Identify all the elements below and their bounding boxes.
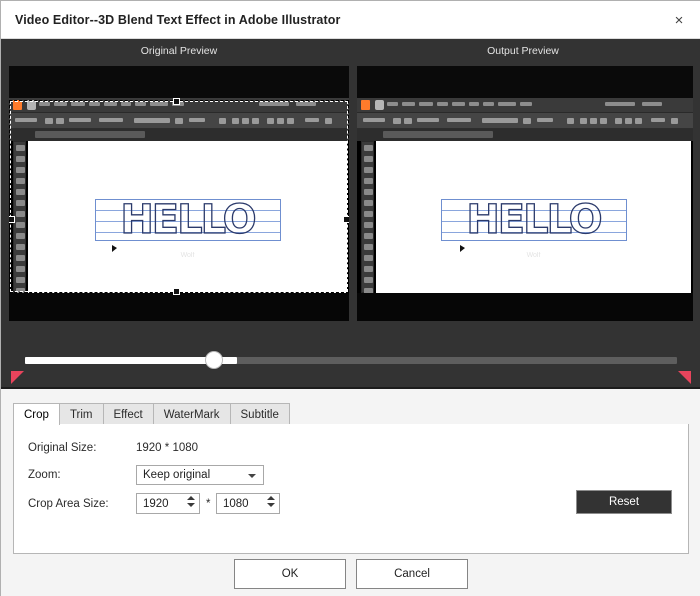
video-editor-dialog: Video Editor--3D Blend Text Effect in Ad… — [0, 0, 700, 596]
crop-tab-panel: Original Size: 1920 * 1080 Zoom: Keep or… — [13, 424, 689, 554]
tab-subtitle[interactable]: Subtitle — [230, 403, 290, 425]
stepper-up-icon[interactable] — [267, 496, 275, 500]
tab-effect[interactable]: Effect — [103, 403, 154, 425]
output-preview-label: Output Preview — [353, 45, 693, 57]
chevron-down-icon — [248, 474, 256, 478]
title-bar: Video Editor--3D Blend Text Effect in Ad… — [1, 1, 700, 39]
crop-handle-bottom[interactable] — [173, 288, 180, 295]
preview-area: Original Preview Output Preview — [1, 39, 700, 387]
mouse-cursor-icon — [112, 245, 117, 252]
trim-start-marker-icon[interactable] — [11, 371, 24, 384]
illustrator-control-bar — [9, 113, 349, 129]
crop-height-input[interactable]: 1080 — [216, 493, 280, 514]
tab-crop[interactable]: Crop — [13, 403, 60, 425]
settings-tabs: Crop Trim Effect WaterMark Subtitle — [13, 403, 289, 425]
crop-area-size-label: Crop Area Size: — [28, 498, 109, 510]
output-menu-bar — [357, 98, 693, 113]
stepper-down-icon[interactable] — [267, 503, 275, 507]
output-illustrator-home-icon — [375, 100, 384, 110]
illustrator-artboard: HELLO Wolf — [28, 141, 347, 293]
dialog-footer: OK Cancel — [1, 559, 700, 596]
output-letterbox-top — [357, 66, 693, 98]
output-tool-panel — [361, 141, 374, 293]
original-preview-panel[interactable]: HELLO Wolf — [9, 66, 349, 321]
crop-width-stepper[interactable] — [187, 496, 195, 507]
original-size-row: Original Size: 1920 * 1080 — [28, 442, 96, 454]
zoom-row: Zoom: Keep original — [28, 469, 61, 481]
cancel-button[interactable]: Cancel — [356, 559, 468, 589]
output-hello-text: HELLO — [466, 197, 600, 243]
original-size-value: 1920 * 1080 — [136, 442, 198, 454]
preview-labels: Original Preview Output Preview — [1, 39, 700, 66]
output-letterbox-bottom — [357, 293, 693, 321]
preview-watermark: Wolf — [28, 252, 347, 259]
original-size-label: Original Size: — [28, 442, 96, 454]
output-watermark: Wolf — [376, 252, 691, 259]
stepper-up-icon[interactable] — [187, 496, 195, 500]
zoom-select[interactable]: Keep original — [136, 465, 264, 485]
illustrator-letterbox-bottom — [9, 293, 349, 321]
timeline-slider[interactable] — [1, 349, 700, 379]
illustrator-letterbox-top — [9, 66, 349, 98]
tab-trim[interactable]: Trim — [59, 403, 104, 425]
output-document-tab — [357, 129, 693, 141]
tab-watermark[interactable]: WaterMark — [153, 403, 231, 425]
crop-handle-left[interactable] — [9, 216, 15, 223]
crop-height-value: 1080 — [223, 498, 249, 510]
illustrator-logo-icon — [13, 100, 22, 110]
stepper-down-icon[interactable] — [187, 503, 195, 507]
output-preview-panel[interactable]: HELLO Wolf — [357, 66, 693, 321]
window-title: Video Editor--3D Blend Text Effect in Ad… — [15, 13, 340, 27]
original-preview-label: Original Preview — [9, 45, 349, 57]
slider-track[interactable] — [25, 357, 677, 364]
artboard-hello-text: HELLO — [120, 197, 254, 243]
crop-handle-top[interactable] — [173, 98, 180, 105]
ok-button[interactable]: OK — [234, 559, 346, 589]
zoom-label: Zoom: — [28, 469, 61, 481]
output-mouse-cursor-icon — [460, 245, 465, 252]
trim-end-marker-icon[interactable] — [678, 371, 691, 384]
output-control-bar — [357, 113, 693, 129]
illustrator-home-icon — [27, 100, 36, 110]
illustrator-document-tab — [9, 129, 349, 141]
slider-thumb[interactable] — [206, 352, 222, 368]
crop-handle-right[interactable] — [343, 216, 349, 223]
close-icon[interactable]: × — [657, 1, 700, 39]
crop-size-multiplier: * — [206, 498, 210, 510]
zoom-selected-value: Keep original — [143, 469, 210, 481]
output-artboard: HELLO Wolf — [376, 141, 691, 293]
crop-width-input[interactable]: 1920 — [136, 493, 200, 514]
output-illustrator-logo-icon — [361, 100, 370, 110]
crop-height-stepper[interactable] — [267, 496, 275, 507]
crop-area-size-row: Crop Area Size: 1920 * 1080 — [28, 498, 109, 510]
settings-section: Crop Trim Effect WaterMark Subtitle Orig… — [1, 387, 700, 596]
reset-button[interactable]: Reset — [576, 490, 672, 514]
crop-width-value: 1920 — [143, 498, 169, 510]
